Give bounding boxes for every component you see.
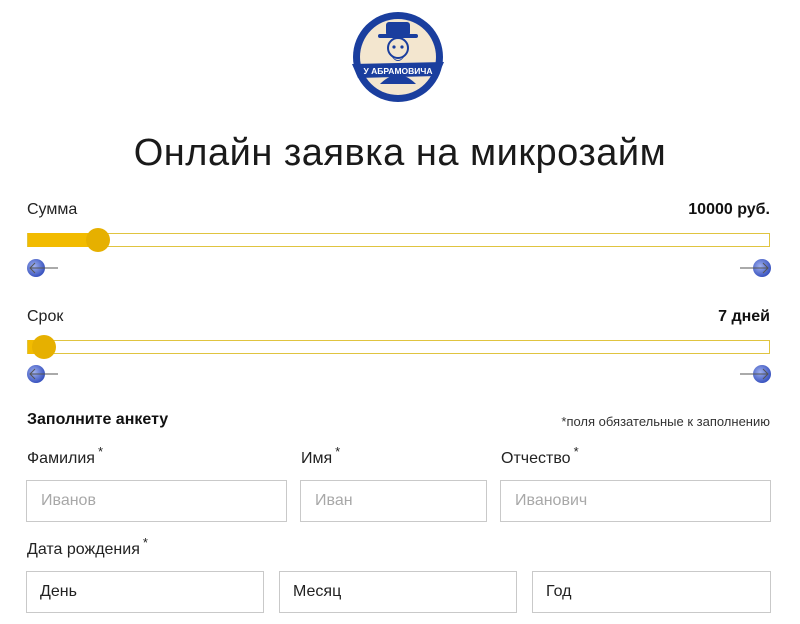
birth-day-select[interactable]: День [26,571,264,613]
birth-month-value: Месяц [293,583,342,600]
birth-day-value: День [40,583,77,600]
term-label: Срок [27,308,64,325]
term-value: 7 дней [718,308,770,325]
first-name-label-text: Имя [301,450,333,467]
term-slider-thumb[interactable] [32,335,56,359]
birth-date-label: Дата рождения * [27,535,148,559]
last-name-input[interactable] [26,480,287,522]
required-mark: * [573,444,579,459]
required-note: *поля обязательные к заполнению [561,414,770,429]
logo-text: У АБРАМОВИЧА [363,66,432,76]
amount-slider[interactable] [27,228,770,252]
first-name-input[interactable] [300,480,487,522]
required-mark: * [142,535,148,550]
page-title: Онлайн заявка на микрозайм [133,132,667,174]
birth-year-select[interactable]: Год [532,571,771,613]
required-mark: * [97,444,103,459]
brand-logo[interactable]: У АБРАМОВИЧА [348,10,448,104]
patronymic-input[interactable] [500,480,771,522]
amount-value: 10000 руб. [688,201,770,218]
patronymic-label-text: Отчество [501,450,571,467]
birth-month-select[interactable]: Месяц [279,571,517,613]
term-slider[interactable] [27,335,770,359]
term-decrease-button[interactable] [26,363,60,385]
birth-year-value: Год [546,583,572,600]
required-mark: * [335,444,341,459]
first-name-label: Имя * [301,444,340,468]
amount-decrease-button[interactable] [26,257,60,279]
patronymic-label: Отчество * [501,444,579,468]
amount-label: Сумма [27,201,78,218]
arrow-right-icon [738,257,772,279]
term-increase-button[interactable] [738,363,772,385]
amount-increase-button[interactable] [738,257,772,279]
arrow-left-icon [26,363,60,385]
form-title: Заполните анкету [27,411,169,428]
amount-slider-thumb[interactable] [86,228,110,252]
last-name-label-text: Фамилия [27,450,95,467]
last-name-label: Фамилия * [27,444,103,468]
arrow-right-icon [738,363,772,385]
birth-date-label-text: Дата рождения [27,541,140,558]
arrow-left-icon [26,257,60,279]
